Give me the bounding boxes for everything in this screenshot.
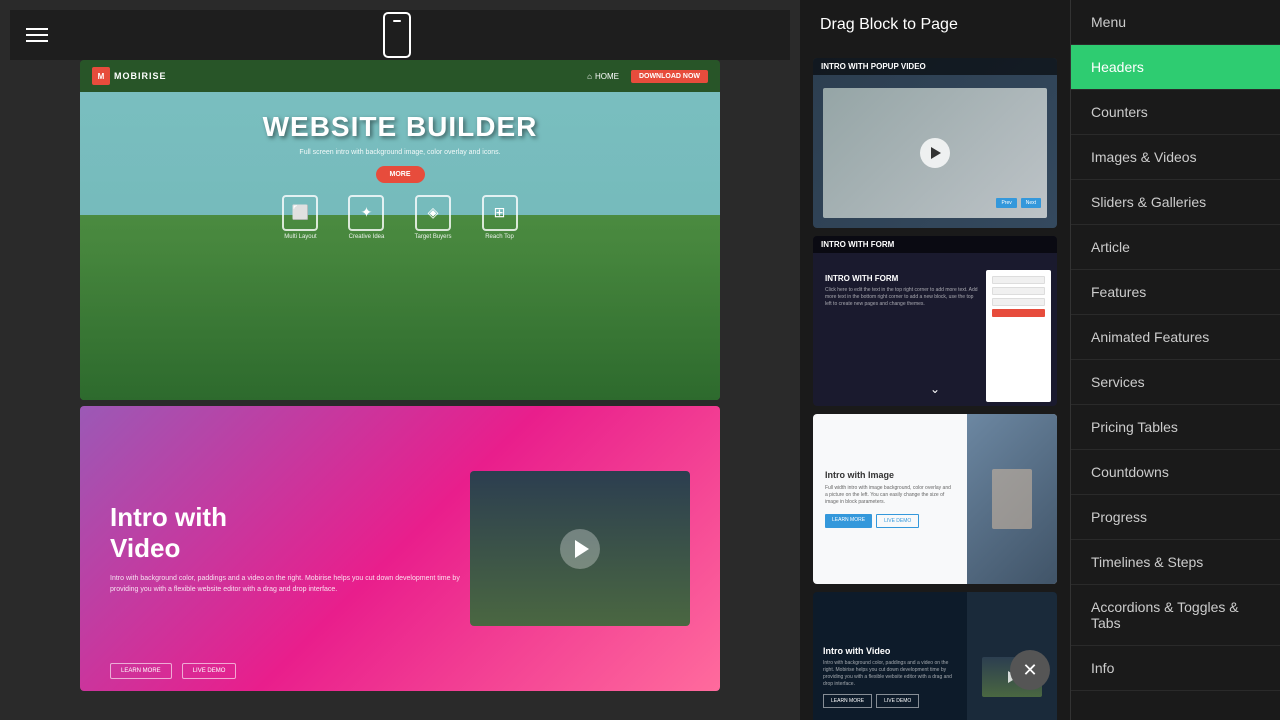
wb-hero: WEBSITE BUILDER Full screen intro with b… [80,92,720,400]
category-counters[interactable]: Counters [1071,90,1280,135]
wb-feature-target-buyers: ◈ Target Buyers [414,195,451,240]
wb-feature-reach-top: ⊞ Reach Top [482,195,518,240]
video-intro-preview: Intro withVideo Intro with background co… [80,406,720,691]
block-thumb-popup-video[interactable]: INTRO WITH POPUP VIDEO Prev Next [813,58,1057,228]
category-accordions[interactable]: Accordions & Toggles & Tabs [1071,585,1280,646]
category-article[interactable]: Article [1071,225,1280,270]
wb-navbar: M MOBIRISE ⌂ HOME DOWNLOAD NOW [80,60,720,92]
block-2-title: INTRO WITH FORM [825,274,978,283]
play-button[interactable] [560,529,600,569]
category-countdowns[interactable]: Countdowns [1071,450,1280,495]
block-4-btn-learn[interactable]: LEARN MORE [823,694,872,708]
category-info[interactable]: Info [1071,646,1280,691]
phone-preview-icon[interactable] [383,12,411,58]
wb-feature-icon-idea: ✦ [348,195,384,231]
wb-feature-label-idea: Creative Idea [348,234,384,240]
video-thumbnail [470,471,690,626]
wb-feature-label-layout: Multi Layout [282,234,318,240]
top-bar [10,10,790,60]
wb-logo-icon: M [92,67,110,85]
live-demo-button[interactable]: LIVE DEMO [182,663,237,679]
block-2-desc: Click here to edit the text in the top r… [825,287,978,308]
wb-nav-links: ⌂ HOME DOWNLOAD NOW [587,70,708,83]
category-progress[interactable]: Progress [1071,495,1280,540]
block-4-btn-demo[interactable]: LIVE DEMO [876,694,919,708]
drag-header: Drag Block to Page [800,0,1070,50]
category-headers[interactable]: Headers [1071,45,1280,90]
wb-feature-label-buyers: Target Buyers [414,234,451,240]
block-2-label: INTRO WITH FORM [813,236,1057,253]
learn-more-button[interactable]: LEARN MORE [110,663,172,679]
video-intro-description: Intro with background color, paddings an… [110,574,470,595]
wb-hero-content: WEBSITE BUILDER Full screen intro with b… [90,112,710,240]
block-3-desc: Full width intro with image background, … [825,485,955,506]
wb-logo-text: MOBIRISE [114,71,167,81]
block-4-title: Intro with Video [823,646,957,656]
preview-panel: M MOBIRISE ⌂ HOME DOWNLOAD NOW WEBSITE B… [0,0,800,720]
wb-hero-button[interactable]: MORE [376,166,425,183]
category-features[interactable]: Features [1071,270,1280,315]
block-1-label: INTRO WITH POPUP VIDEO [813,58,1057,75]
blocks-panel: Drag Block to Page INTRO WITH POPUP VIDE… [800,0,1070,720]
category-menu[interactable]: Menu [1071,0,1280,45]
wb-nav-home: ⌂ HOME [587,72,619,81]
wb-feature-creative-idea: ✦ Creative Idea [348,195,384,240]
block-thumb-intro-image[interactable]: Intro with Image Full width intro with i… [813,414,1057,584]
category-animated-features[interactable]: Animated Features [1071,315,1280,360]
category-timelines-steps[interactable]: Timelines & Steps [1071,540,1280,585]
block-2-down-arrow: ⌄ [930,382,940,396]
wb-feature-icon-buyers: ◈ [415,195,451,231]
category-images-videos[interactable]: Images & Videos [1071,135,1280,180]
block-3-btn-demo[interactable]: LIVE DEMO [876,514,919,528]
category-services[interactable]: Services [1071,360,1280,405]
block-3-image [967,414,1057,584]
wb-feature-icon-layout: ⬜ [282,195,318,231]
wb-logo: M MOBIRISE [92,67,167,85]
block-1-btn2: Next [1021,198,1041,208]
video-intro-title: Intro withVideo [110,502,470,564]
close-button[interactable]: ✕ [1010,650,1050,690]
wb-feature-label-reach: Reach Top [482,234,518,240]
popup-play-icon [931,147,941,159]
block-3-title: Intro with Image [825,470,955,480]
category-pricing-tables[interactable]: Pricing Tables [1071,405,1280,450]
categories-panel: Menu Headers Counters Images & Videos Sl… [1070,0,1280,720]
drag-header-title: Drag Block to Page [820,16,958,33]
wb-feature-icon-reach: ⊞ [482,195,518,231]
wb-feature-multi-layout: ⬜ Multi Layout [282,195,318,240]
block-2-form [986,270,1051,402]
play-icon [575,540,589,558]
wb-nav-download: DOWNLOAD NOW [631,70,708,83]
block-3-btn-learn[interactable]: LEARN MORE [825,514,872,528]
wb-hero-subtitle: Full screen intro with background image,… [90,149,710,156]
category-sliders-galleries[interactable]: Sliders & Galleries [1071,180,1280,225]
hamburger-icon[interactable] [26,28,48,42]
block-thumb-intro-form[interactable]: INTRO WITH FORM INTRO WITH FORM Click he… [813,236,1057,406]
wb-features: ⬜ Multi Layout ✦ Creative Idea ◈ Target … [90,195,710,240]
video-text-section: Intro withVideo Intro with background co… [110,502,470,595]
video-bottom-buttons: LEARN MORE LIVE DEMO [110,663,236,679]
block-1-btn1: Prev [996,198,1016,208]
website-builder-preview: M MOBIRISE ⌂ HOME DOWNLOAD NOW WEBSITE B… [80,60,720,400]
block-4-desc: Intro with background color, paddings an… [823,660,957,688]
wb-hero-title: WEBSITE BUILDER [90,112,710,143]
